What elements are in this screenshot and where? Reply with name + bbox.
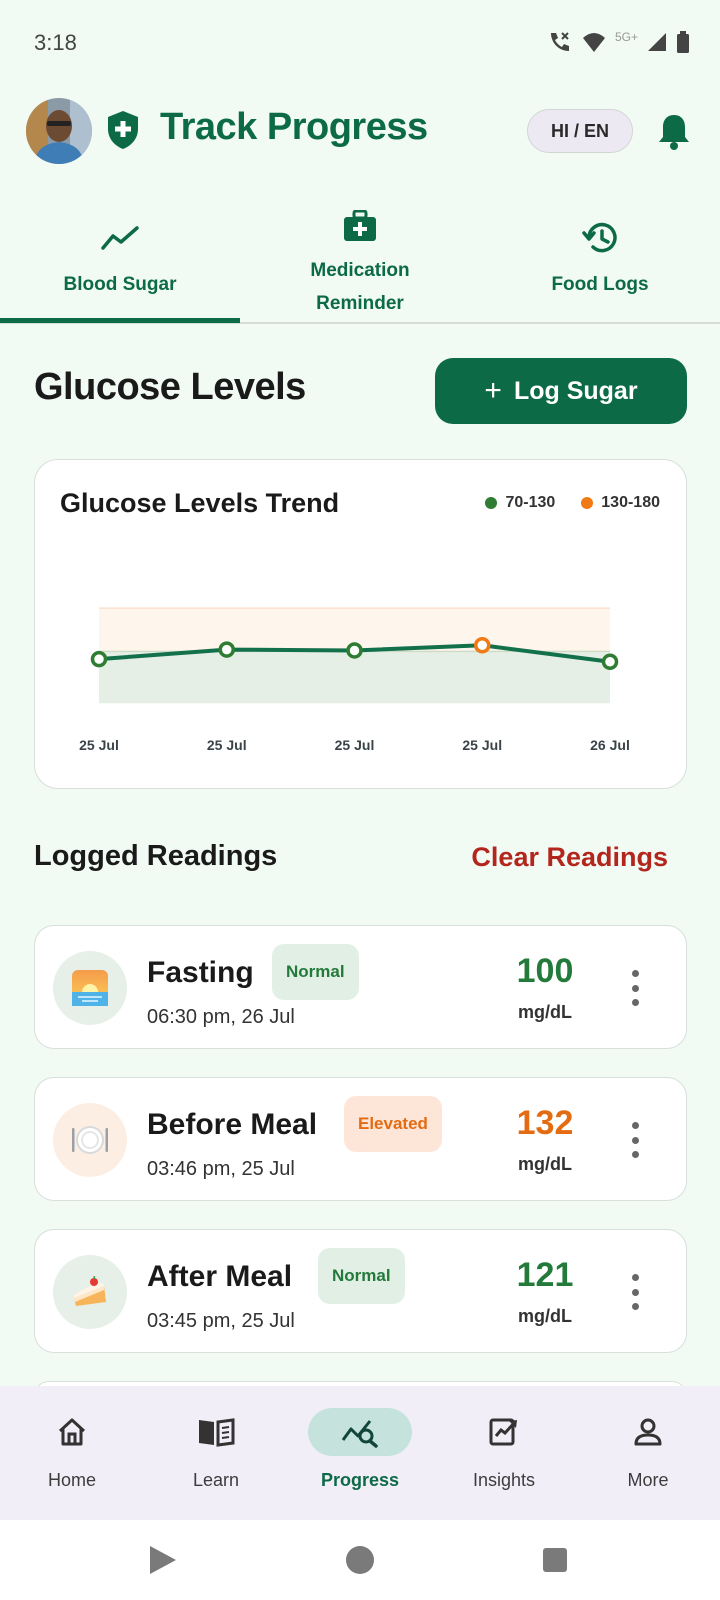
more-options-icon[interactable] bbox=[628, 1274, 642, 1310]
tab-label: Blood Sugar bbox=[63, 274, 177, 295]
legend-label: 70-130 bbox=[505, 494, 556, 511]
status-time: 3:18 bbox=[34, 30, 77, 55]
tab-blood-sugar[interactable]: Blood Sugar bbox=[0, 198, 240, 322]
network-type-label: 5G+ bbox=[614, 30, 638, 44]
legend-item-elevated: 130-180 bbox=[581, 494, 660, 512]
chart-data-point bbox=[218, 641, 235, 658]
signal-icon bbox=[648, 33, 666, 51]
status-icons: 5G+ bbox=[547, 28, 690, 56]
reading-value: 132 bbox=[516, 1104, 574, 1142]
plus-icon: + bbox=[484, 374, 502, 407]
reading-card[interactable]: Before Meal Elevated 03:46 pm, 25 Jul 13… bbox=[34, 1077, 687, 1201]
reading-unit: mg/dL bbox=[518, 1002, 572, 1022]
shield-plus-icon bbox=[108, 111, 138, 149]
recents-icon[interactable] bbox=[543, 1548, 567, 1572]
legend-dot bbox=[581, 497, 594, 509]
legend-item-normal: 70-130 bbox=[485, 494, 555, 512]
reading-unit: mg/dL bbox=[518, 1154, 572, 1174]
nav-label: Home bbox=[47, 1470, 96, 1490]
nav-insights[interactable]: Insights bbox=[432, 1386, 576, 1520]
cake-icon bbox=[53, 1255, 127, 1329]
reading-card[interactable]: After Meal Normal 03:45 pm, 25 Jul 121 m… bbox=[34, 1229, 687, 1353]
logged-readings-title: Logged Readings bbox=[34, 840, 278, 872]
log-sugar-label: Log Sugar bbox=[513, 376, 638, 405]
reading-name: Before Meal bbox=[147, 1108, 318, 1141]
nav-more[interactable]: More bbox=[576, 1386, 720, 1520]
home-circle-icon[interactable] bbox=[346, 1546, 374, 1574]
tab-label-line1: Medication bbox=[310, 260, 410, 281]
avatar[interactable] bbox=[26, 98, 92, 164]
chart-data-point bbox=[346, 642, 363, 659]
bell-icon[interactable] bbox=[656, 112, 692, 152]
page-title: Track Progress bbox=[160, 106, 428, 148]
reading-value: 100 bbox=[516, 952, 574, 990]
tab-label: Food Logs bbox=[551, 274, 649, 295]
back-icon[interactable] bbox=[150, 1546, 176, 1574]
reading-time: 03:46 pm, 25 Jul bbox=[147, 1158, 295, 1180]
reading-name: After Meal bbox=[147, 1260, 293, 1293]
wifi-icon bbox=[582, 33, 605, 52]
chart-data-point bbox=[474, 637, 491, 654]
tab-medication-reminder[interactable]: Medication Reminder bbox=[240, 198, 480, 322]
book-icon bbox=[164, 1408, 268, 1456]
chart-x-tick-label: 25 Jul bbox=[335, 737, 375, 753]
progress-chart-icon bbox=[308, 1408, 412, 1456]
tab-label: Medication Reminder bbox=[310, 254, 409, 320]
battery-icon bbox=[677, 31, 689, 53]
glucose-trend-card: 25 Jul 25 Jul 25 Jul 25 Jul 26 Jul Glucose L… bbox=[34, 459, 687, 789]
nav-label: Learn bbox=[192, 1470, 240, 1490]
chart-data-point bbox=[601, 653, 619, 670]
bottom-navigation: Home Learn Progress Insights More bbox=[0, 1386, 720, 1520]
nav-label: More bbox=[627, 1470, 669, 1490]
trend-line-icon bbox=[100, 218, 140, 258]
avatar-photo bbox=[26, 98, 92, 164]
tab-bar: Blood Sugar Medication Reminder Food Log… bbox=[0, 198, 720, 324]
insights-icon bbox=[452, 1408, 556, 1456]
history-icon bbox=[581, 218, 619, 258]
plate-icon bbox=[53, 1103, 127, 1177]
medical-bag-icon bbox=[343, 206, 377, 246]
app-header: Track Progress HI / EN bbox=[0, 92, 720, 172]
status-badge: Normal bbox=[318, 1248, 405, 1304]
log-sugar-button[interactable]: + Log Sugar bbox=[435, 358, 687, 424]
reading-unit: mg/dL bbox=[518, 1306, 572, 1326]
status-badge: Elevated bbox=[344, 1096, 442, 1152]
nav-learn[interactable]: Learn bbox=[144, 1386, 288, 1520]
chart-x-tick-label: 26 Jul bbox=[590, 737, 630, 753]
active-tab-indicator bbox=[0, 318, 240, 323]
reading-name: Fasting bbox=[147, 956, 254, 989]
chart-x-tick-label: 25 Jul bbox=[79, 737, 119, 753]
chart-legend: 70-130 130-180 bbox=[469, 494, 660, 512]
status-bar: 3:18 5G+ bbox=[0, 0, 720, 84]
clear-readings-button[interactable]: Clear Readings bbox=[471, 842, 668, 873]
system-navigation-bar bbox=[0, 1520, 720, 1600]
legend-label: 130-180 bbox=[601, 494, 660, 511]
person-icon bbox=[596, 1408, 700, 1456]
wifi-call-icon bbox=[550, 32, 569, 51]
reading-time: 06:30 pm, 26 Jul bbox=[147, 1006, 295, 1028]
chart-data-point bbox=[90, 650, 108, 668]
legend-dot bbox=[485, 497, 498, 509]
chart-title: Glucose Levels Trend bbox=[60, 488, 340, 518]
tab-label-line2: Reminder bbox=[316, 293, 404, 314]
more-options-icon[interactable] bbox=[628, 1122, 642, 1158]
sunrise-icon bbox=[53, 951, 127, 1025]
nav-label: Progress bbox=[320, 1470, 400, 1490]
more-options-icon[interactable] bbox=[628, 970, 642, 1006]
chart-x-tick-label: 25 Jul bbox=[207, 737, 247, 753]
reading-time: 03:45 pm, 25 Jul bbox=[147, 1310, 295, 1332]
chart-x-tick-label: 25 Jul bbox=[462, 737, 502, 753]
nav-label: Insights bbox=[472, 1470, 536, 1490]
status-badge: Normal bbox=[272, 944, 359, 1000]
nav-home[interactable]: Home bbox=[0, 1386, 144, 1520]
chart-range-band bbox=[99, 651, 610, 704]
reading-card[interactable]: Fasting Normal 06:30 pm, 26 Jul 100 mg/d… bbox=[34, 925, 687, 1049]
home-icon bbox=[20, 1408, 124, 1456]
reading-value: 121 bbox=[516, 1256, 574, 1294]
language-toggle-button[interactable]: HI / EN bbox=[527, 109, 633, 153]
tab-food-logs[interactable]: Food Logs bbox=[480, 198, 720, 322]
nav-progress[interactable]: Progress bbox=[288, 1386, 432, 1520]
section-title: Glucose Levels bbox=[34, 366, 306, 408]
